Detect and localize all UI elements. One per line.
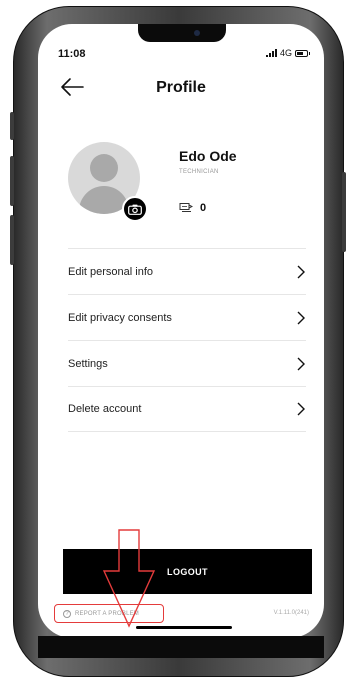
phone-bottom-bezel [38, 636, 324, 658]
phone-notch [138, 24, 226, 42]
points-value: 0 [200, 202, 207, 214]
question-icon: ? [63, 609, 71, 618]
app-screen: 11:08 4G Profile Edo Ode TECHNICIAN 0 Ed… [38, 24, 324, 638]
menu-item-label: Settings [68, 357, 108, 370]
points-icon [179, 203, 193, 212]
menu-item-label: Edit privacy consents [68, 311, 172, 324]
user-name: Edo Ode [179, 148, 237, 164]
app-version: V.1.11.0(241) [273, 610, 309, 616]
status-indicators: 4G [265, 48, 310, 58]
menu-item-edit-personal-info[interactable]: Edit personal info [68, 248, 306, 294]
status-time: 11:08 [58, 48, 86, 60]
menu-item-label: Delete account [68, 403, 142, 415]
phone-volume-down [10, 215, 14, 265]
annotation-arrow-icon [102, 529, 156, 628]
network-type: 4G [279, 48, 292, 58]
chevron-right-icon [297, 311, 305, 324]
camera-lens [194, 30, 200, 36]
profile-menu: Edit personal info Edit privacy consents… [68, 248, 306, 432]
phone-silent-switch [10, 112, 14, 140]
screenshot-stage: 11:08 4G Profile Edo Ode TECHNICIAN 0 Ed… [0, 0, 356, 681]
menu-item-label: Edit personal info [68, 265, 153, 278]
camera-icon [128, 204, 142, 215]
chevron-right-icon [297, 265, 305, 278]
menu-item-settings[interactable]: Settings [68, 340, 306, 386]
battery-icon [295, 49, 310, 57]
avatar-head [90, 154, 118, 182]
signal-icon [265, 49, 277, 57]
user-role: TECHNICIAN [179, 169, 219, 175]
page-title: Profile [156, 79, 206, 96]
change-photo-button[interactable] [122, 196, 148, 222]
chevron-right-icon [297, 402, 305, 416]
phone-volume-up [10, 156, 14, 206]
menu-item-edit-privacy-consents[interactable]: Edit privacy consents [68, 294, 306, 340]
points-row: 0 [179, 202, 206, 214]
menu-item-delete-account[interactable]: Delete account [68, 386, 306, 432]
chevron-right-icon [297, 357, 305, 370]
phone-power-button [342, 172, 346, 252]
